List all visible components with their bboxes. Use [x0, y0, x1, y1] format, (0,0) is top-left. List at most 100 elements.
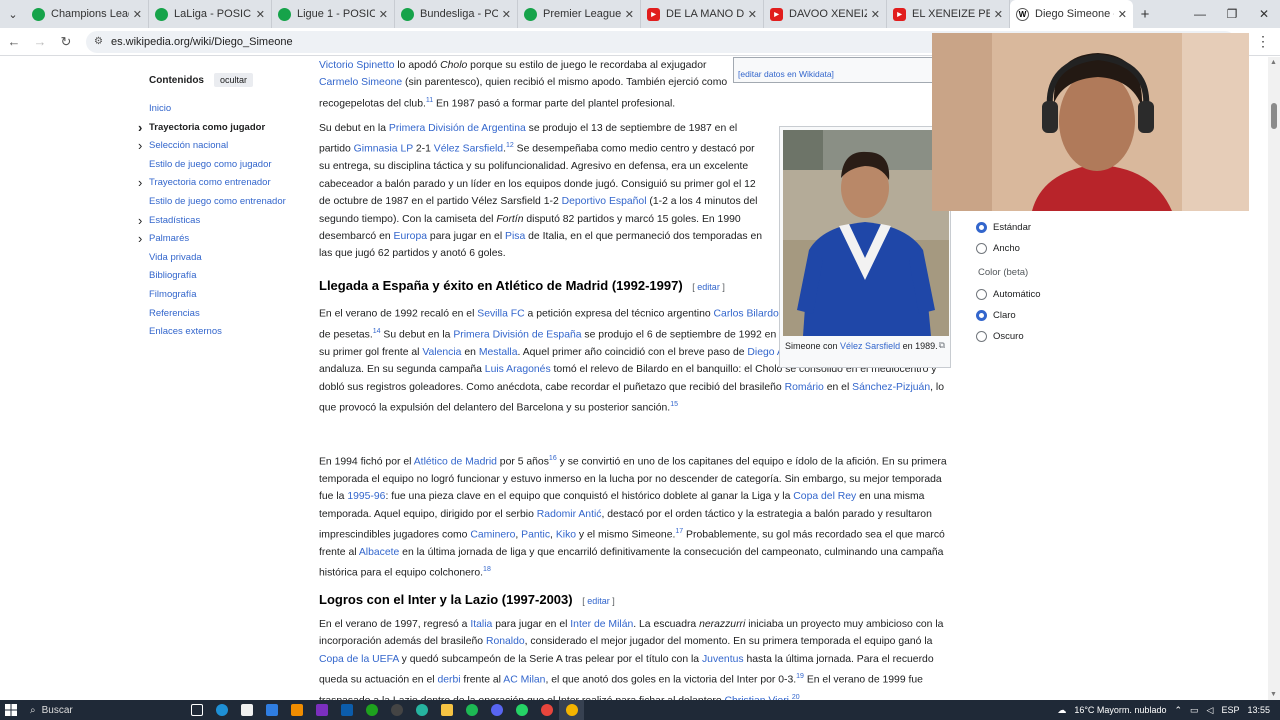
close-tab-icon[interactable]: ✕ — [625, 8, 634, 21]
enlarge-icon[interactable]: ⧉ — [939, 339, 945, 352]
edge-icon[interactable] — [209, 700, 234, 720]
toc-item[interactable]: Vida privada — [140, 249, 300, 268]
toc-item[interactable]: Estilo de juego como jugador — [140, 156, 300, 175]
close-tab-icon[interactable]: ✕ — [748, 8, 757, 21]
reload-icon[interactable]: ↻ — [54, 34, 78, 50]
chevron-right-icon[interactable]: › — [138, 174, 142, 192]
close-tab-icon[interactable]: ✕ — [379, 8, 388, 21]
toc-item[interactable]: Estilo de juego como entrenador — [140, 193, 300, 212]
scrollbar-thumb[interactable] — [1271, 103, 1277, 129]
toc-item[interactable]: Filmografía — [140, 286, 300, 305]
forward-icon[interactable]: → — [28, 34, 52, 49]
tray-overflow-icon[interactable]: ⌃ — [1174, 705, 1182, 716]
close-tab-icon[interactable]: ✕ — [133, 8, 142, 21]
chevron-right-icon[interactable]: › — [138, 230, 142, 248]
article-link[interactable]: Pantic — [521, 530, 550, 541]
reference-link[interactable]: 19 — [796, 673, 804, 680]
chevron-right-icon[interactable]: › — [138, 137, 142, 155]
article-link[interactable]: Radomir Antić — [537, 509, 602, 520]
edit-section-link[interactable]: [ editar ] — [582, 596, 615, 606]
article-link[interactable]: Mestalla — [479, 347, 518, 358]
language-indicator[interactable]: ESP — [1221, 705, 1239, 715]
restore-icon[interactable]: ❐ — [1216, 7, 1248, 21]
scroll-down-icon[interactable]: ▼ — [1270, 691, 1277, 698]
article-link[interactable]: Inter de Milán — [570, 619, 633, 630]
article-link[interactable]: Primera División de Argentina — [389, 123, 526, 134]
article-link[interactable]: Gimnasia LP — [354, 144, 413, 155]
files-icon[interactable] — [434, 700, 459, 720]
browser-tab[interactable]: ▶ DAVOO XENEIZE OPI ✕ — [764, 0, 887, 28]
chrome-icon[interactable] — [534, 700, 559, 720]
whatsapp-icon[interactable] — [509, 700, 534, 720]
article-link[interactable]: Copa de la UEFA — [319, 654, 399, 665]
toc-item[interactable]: Bibliografía — [140, 267, 300, 286]
article-link[interactable]: Albacete — [359, 547, 399, 558]
browser-tab[interactable]: Ligue 1 - POSICIONES ✕ — [272, 0, 395, 28]
edge-dev-icon[interactable] — [409, 700, 434, 720]
radio-option[interactable]: Claro — [976, 305, 1126, 326]
toc-item[interactable]: Referencias — [140, 305, 300, 324]
reference-link[interactable]: 12 — [506, 142, 514, 149]
chevron-right-icon[interactable]: › — [138, 119, 142, 137]
browser-tab[interactable]: W Diego Simeone - Wiki ✕ — [1010, 0, 1133, 28]
edit-link-text[interactable]: editar — [697, 282, 720, 292]
obs-icon[interactable] — [384, 700, 409, 720]
radio-option[interactable]: Oscuro — [976, 326, 1126, 347]
article-link[interactable]: Ronaldo — [486, 636, 525, 647]
xbox-icon[interactable] — [359, 700, 384, 720]
weather-icon[interactable]: ☁ — [1057, 705, 1066, 716]
player-photo[interactable] — [783, 130, 949, 336]
close-tab-icon[interactable]: ✕ — [502, 8, 511, 21]
close-tab-icon[interactable]: ✕ — [871, 8, 880, 21]
article-link[interactable]: Italia — [470, 619, 492, 630]
caption-link[interactable]: Vélez Sarsfield — [840, 341, 900, 351]
clock[interactable]: 13:55 — [1247, 705, 1270, 715]
article-link[interactable]: Vélez Sarsfield — [434, 144, 503, 155]
task-view-icon[interactable] — [184, 700, 209, 720]
article-link[interactable]: AC Milan — [503, 675, 545, 686]
article-link[interactable]: Sevilla FC — [477, 308, 524, 319]
article-link[interactable]: Kiko — [556, 530, 576, 541]
article-link[interactable]: Primera División de España — [453, 329, 581, 340]
chrome-active-icon[interactable] — [559, 700, 584, 720]
article-link[interactable]: derbi — [437, 675, 460, 686]
page-scrollbar[interactable]: ▲ ▼ — [1268, 57, 1280, 700]
radio-button[interactable] — [976, 331, 987, 342]
article-link[interactable]: Europa — [394, 231, 428, 242]
edit-link-text[interactable]: editar — [587, 596, 610, 606]
browser-tab[interactable]: ▶ EL XENEIZE PERDIÓ ✕ — [887, 0, 1010, 28]
article-link[interactable]: Caminero — [470, 530, 515, 541]
browser-tab[interactable]: LaLiga - POSICIONES ✕ — [149, 0, 272, 28]
premiere-icon[interactable] — [309, 700, 334, 720]
article-link[interactable]: Copa del Rey — [793, 491, 856, 502]
reference-link[interactable]: 17 — [675, 528, 683, 535]
volume-icon[interactable]: ◁ — [1207, 705, 1214, 716]
article-link[interactable]: Atlético de Madrid — [414, 456, 497, 467]
reference-link[interactable]: 16 — [549, 455, 557, 462]
radio-option[interactable]: Ancho — [976, 238, 1126, 259]
edit-section-link[interactable]: [ editar ] — [692, 282, 725, 292]
site-info-icon[interactable]: ⚙ — [94, 36, 103, 47]
radio-option[interactable]: Estándar — [976, 217, 1126, 238]
toc-item[interactable]: › Estadísticas — [138, 212, 300, 231]
browser-tab[interactable]: Bundesliga - POSICIO ✕ — [395, 0, 518, 28]
taskbar-search[interactable]: ⌕ Buscar — [22, 701, 168, 719]
radio-option[interactable]: Automático — [976, 284, 1126, 305]
network-icon[interactable]: ▭ — [1190, 705, 1199, 716]
store-icon[interactable] — [234, 700, 259, 720]
toc-item[interactable]: › Trayectoria como entrenador — [138, 174, 300, 193]
article-link[interactable]: Pisa — [505, 231, 525, 242]
scroll-up-icon[interactable]: ▲ — [1270, 59, 1277, 66]
reference-link[interactable]: 14 — [373, 328, 381, 335]
browser-tab[interactable]: Premier League - PO ✕ — [518, 0, 641, 28]
toc-item[interactable]: › Palmarés — [138, 230, 300, 249]
toc-item[interactable]: › Selección nacional — [138, 137, 300, 156]
radio-button[interactable] — [976, 222, 987, 233]
toc-hide-button[interactable]: ocultar — [214, 73, 254, 87]
photoshop-icon[interactable] — [334, 700, 359, 720]
article-link[interactable]: Victorio Spinetto — [319, 60, 394, 71]
article-link[interactable]: Romário — [785, 382, 824, 393]
article-link[interactable]: Luis Aragonés — [485, 364, 551, 375]
menu-icon[interactable]: ⋮ — [1256, 33, 1270, 50]
reference-link[interactable]: 18 — [483, 566, 491, 573]
